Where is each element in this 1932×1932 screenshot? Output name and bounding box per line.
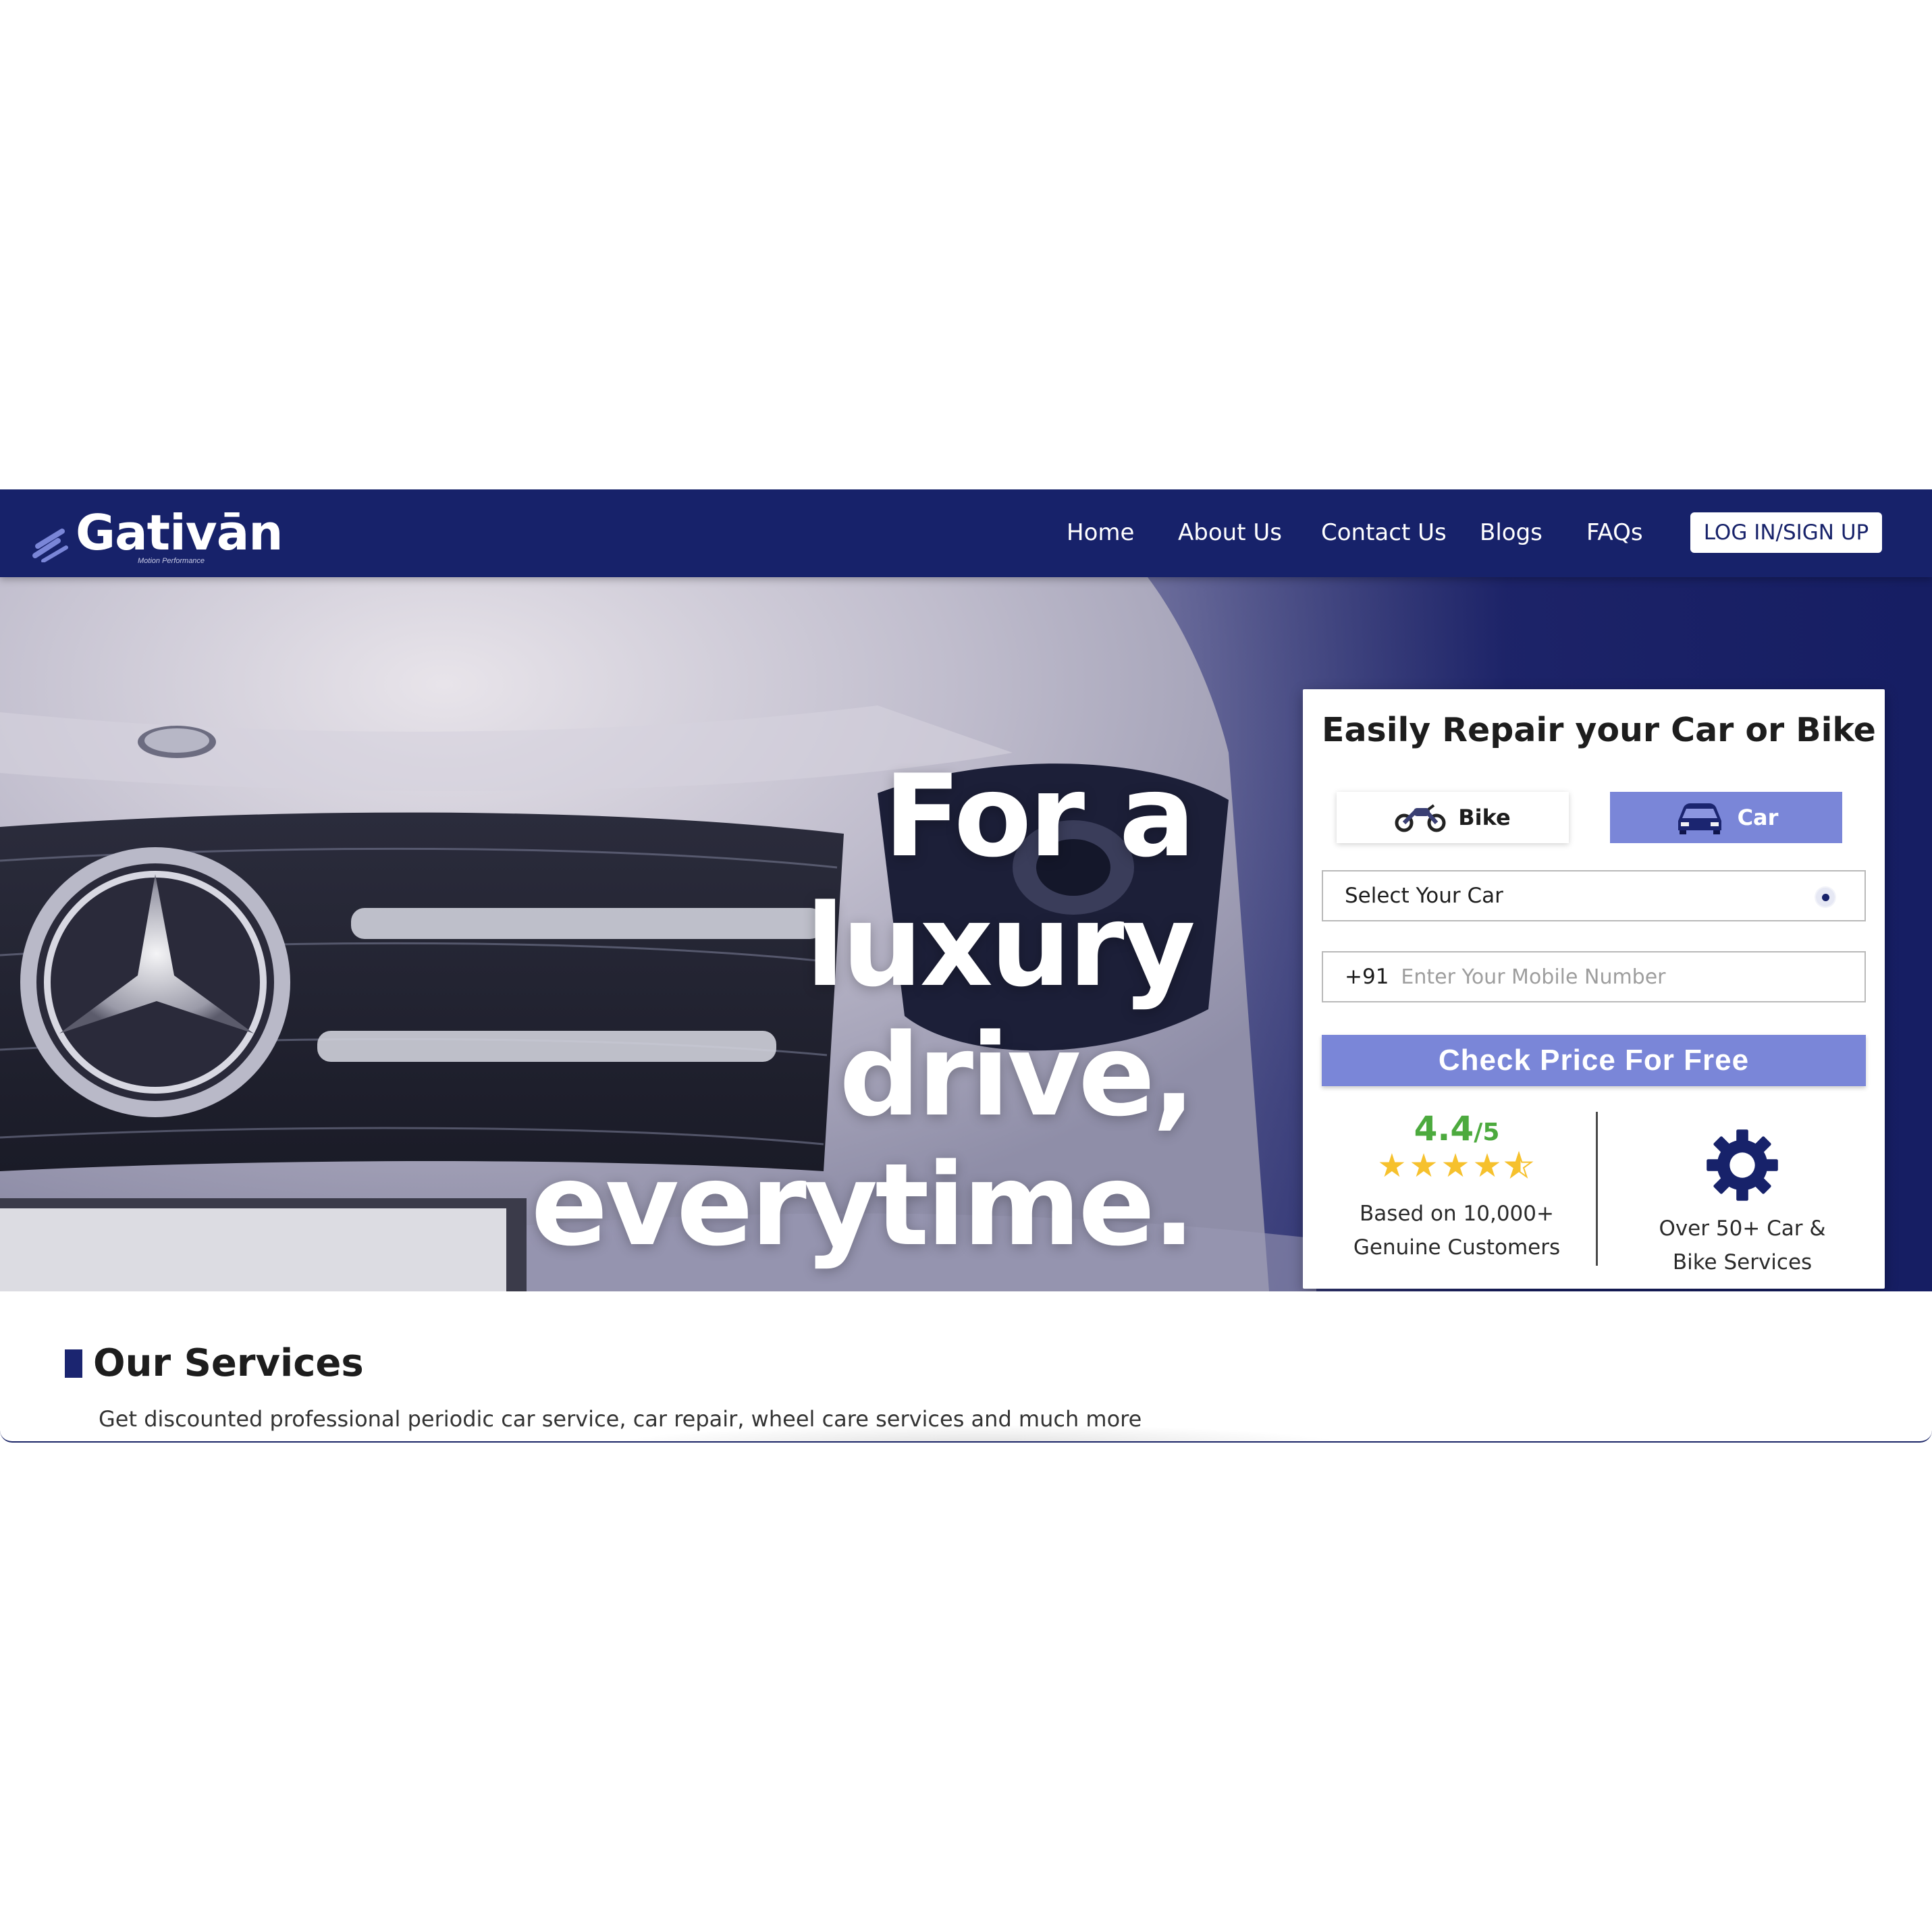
services-line-1: Over 50+ Car & — [1659, 1216, 1826, 1241]
services-caption: Over 50+ Car & Bike Services — [1600, 1212, 1885, 1279]
hero-banner: For a luxury drive, everytime. Easily Re… — [0, 577, 1932, 1291]
star-icon: ★ — [1377, 1148, 1410, 1184]
star-icon: ★ — [1472, 1148, 1505, 1184]
rating-line-2: Genuine Customers — [1353, 1235, 1561, 1260]
bike-toggle-button[interactable]: Bike — [1337, 792, 1569, 843]
services-heading: Our Services — [65, 1341, 364, 1385]
select-car-dropdown[interactable]: Select Your Car — [1322, 870, 1866, 921]
star-icon: ★ — [1441, 1148, 1473, 1184]
nav-faqs[interactable]: FAQs — [1586, 519, 1643, 546]
services-title: Our Services — [93, 1341, 364, 1385]
nav-contact-us[interactable]: Contact Us — [1321, 519, 1447, 546]
rating-line-1: Based on 10,000+ — [1360, 1202, 1554, 1226]
rating-outof: /5 — [1474, 1119, 1500, 1146]
heading-accent-bar — [65, 1349, 82, 1378]
car-label: Car — [1737, 805, 1779, 830]
rating-stat: 4.4/5 ★★★★★ Based on 10,000+ Genuine Cus… — [1322, 1109, 1592, 1264]
bike-label: Bike — [1458, 805, 1511, 830]
hero-line-3: everytime. — [531, 1139, 1196, 1271]
motorcycle-icon — [1395, 804, 1446, 832]
nav-links: Home About Us Contact Us Blogs FAQs — [0, 519, 1932, 546]
car-toggle-button[interactable]: Car — [1610, 792, 1842, 843]
star-icon: ★ — [1409, 1148, 1441, 1184]
mobile-number-input[interactable] — [1399, 964, 1808, 990]
mobile-number-field: +91 — [1322, 951, 1866, 1002]
rating-stars: ★★★★★ — [1322, 1148, 1592, 1185]
rating-caption: Based on 10,000+ Genuine Customers — [1322, 1197, 1592, 1264]
nav-about-us[interactable]: About Us — [1178, 519, 1282, 546]
gear-icon — [1707, 1129, 1778, 1201]
nav-blogs[interactable]: Blogs — [1480, 519, 1542, 546]
services-stat: Over 50+ Car & Bike Services — [1600, 1128, 1885, 1279]
half-star-icon: ★ — [1504, 1148, 1536, 1185]
hero-line-1: For a — [883, 750, 1196, 882]
radio-dot-icon — [1816, 888, 1835, 907]
login-signup-button[interactable]: LOG IN/SIGN UP — [1690, 512, 1882, 553]
nav-home[interactable]: Home — [1067, 519, 1134, 546]
check-price-button[interactable]: Check Price For Free — [1322, 1035, 1866, 1086]
car-icon — [1678, 803, 1721, 834]
form-title: Easily Repair your Car or Bike — [1322, 711, 1876, 749]
hero-headline: For a luxury drive, everytime. — [450, 750, 1196, 1271]
hero-line-2: luxury drive, — [805, 880, 1196, 1142]
stats-divider — [1596, 1112, 1598, 1266]
country-code: +91 — [1345, 965, 1389, 989]
browser-frame: Gativān Motion Performance Home About Us… — [0, 489, 1932, 1443]
services-line-2: Bike Services — [1672, 1250, 1813, 1274]
section-shadow — [608, 1424, 1350, 1441]
rating-value: 4.4 — [1414, 1109, 1474, 1148]
repair-form-card: Easily Repair your Car or Bike Bike Car … — [1303, 689, 1885, 1289]
rating-score: 4.4/5 — [1322, 1109, 1592, 1148]
brand-tagline: Motion Performance — [138, 557, 205, 565]
select-car-label: Select Your Car — [1345, 884, 1503, 908]
top-nav: Gativān Motion Performance Home About Us… — [0, 489, 1932, 577]
